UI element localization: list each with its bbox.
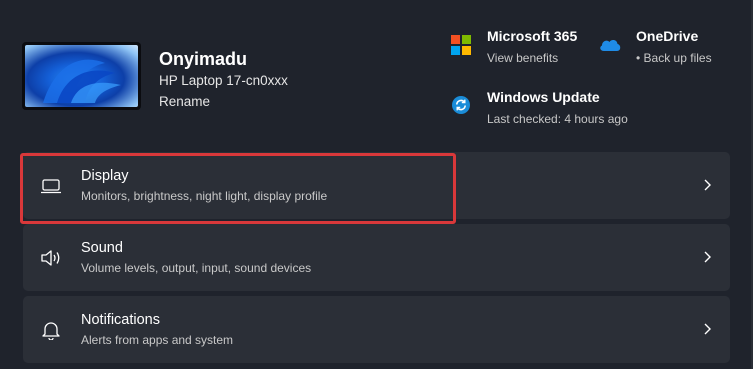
- onedrive-cloud-icon: [600, 39, 621, 51]
- sound-title: Sound: [81, 240, 123, 256]
- windows-update-subtitle: Last checked: 4 hours ago: [487, 112, 628, 126]
- notifications-subtitle: Alerts from apps and system: [81, 333, 234, 347]
- bell-icon: [42, 322, 60, 340]
- windows-update-tile[interactable]: Windows Update Last checked: 4 hours ago: [487, 89, 628, 126]
- device-model: HP Laptop 17-cn0xxx: [159, 73, 288, 88]
- microsoft365-title: Microsoft 365: [487, 28, 578, 44]
- windows-update-title: Windows Update: [487, 89, 600, 105]
- chevron-right-icon: [704, 323, 711, 335]
- microsoft-logo-icon: [451, 35, 471, 55]
- display-subtitle: Monitors, brightness, night light, displ…: [81, 189, 328, 203]
- rename-link[interactable]: Rename: [159, 94, 210, 109]
- notifications-settings-card[interactable]: Notifications Alerts from apps and syste…: [23, 296, 730, 363]
- chevron-right-icon: [704, 251, 711, 263]
- device-name: Onyimadu: [159, 49, 248, 69]
- chevron-right-icon: [704, 179, 711, 191]
- display-settings-card[interactable]: Display Monitors, brightness, night ligh…: [23, 152, 730, 219]
- sound-subtitle: Volume levels, output, input, sound devi…: [81, 261, 312, 275]
- laptop-icon: [41, 179, 61, 194]
- microsoft365-tile[interactable]: Microsoft 365 View benefits: [487, 28, 577, 65]
- display-title: Display: [81, 168, 129, 184]
- onedrive-tile[interactable]: OneDrive • Back up files: [636, 28, 712, 65]
- windows-update-icon: [452, 96, 470, 114]
- onedrive-title: OneDrive: [636, 28, 699, 44]
- settings-home: Onyimadu HP Laptop 17-cn0xxx Rename Micr…: [0, 0, 753, 369]
- device-wallpaper-thumbnail: [22, 42, 141, 110]
- wallpaper-image: [25, 45, 138, 107]
- sound-settings-card[interactable]: Sound Volume levels, output, input, soun…: [23, 224, 730, 291]
- microsoft365-subtitle: View benefits: [487, 51, 559, 65]
- notifications-title: Notifications: [81, 312, 160, 328]
- speaker-icon: [41, 250, 60, 266]
- onedrive-subtitle: • Back up files: [636, 51, 712, 65]
